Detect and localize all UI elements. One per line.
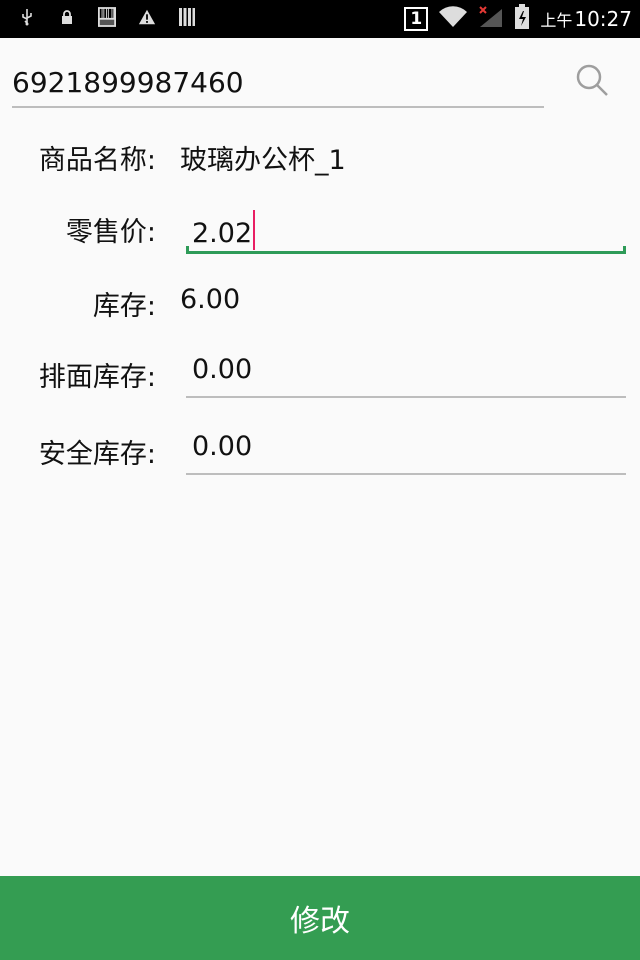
shelf-stock-label: 排面库存: [38,362,156,393]
battery-icon [514,4,530,34]
modify-button[interactable]: 修改 [0,876,640,960]
sim-slot-indicator: 1 [404,7,429,31]
shelf-stock-value: 0.00 [192,354,253,385]
no-signal-icon [478,5,504,33]
retail-price-input[interactable]: 2.02 [186,204,626,254]
retail-price-label: 零售价: [65,217,156,248]
warning-icon [138,8,156,26]
time-prefix: 上午 [540,11,573,30]
status-bar-right: 1 上午 10:27 [404,4,632,34]
stock-label: 库存: [92,291,156,322]
barcode-icon [98,7,116,27]
status-bar: 1 上午 10:27 [0,0,640,38]
stock-value: 6.00 [180,284,241,315]
sim-bars-icon [178,8,196,26]
time-value: 10:27 [574,7,632,31]
product-name-label: 商品名称: [38,145,156,176]
shelf-stock-input[interactable]: 0.00 [186,348,626,398]
retail-price-value: 2.02 [192,210,256,250]
safety-stock-input[interactable]: 0.00 [186,425,626,475]
product-name-value: 玻璃办公杯_1 [180,145,346,176]
wifi-icon [438,5,468,33]
search-button[interactable] [572,62,612,102]
safety-stock-value: 0.00 [192,431,253,462]
barcode-search-input[interactable] [12,58,544,108]
lock-icon [58,8,76,26]
text-cursor [253,210,256,250]
usb-icon [18,8,36,26]
search-icon [575,63,609,101]
status-time: 上午 10:27 [540,7,632,31]
safety-stock-label: 安全库存: [38,439,156,470]
status-bar-left [18,7,196,27]
